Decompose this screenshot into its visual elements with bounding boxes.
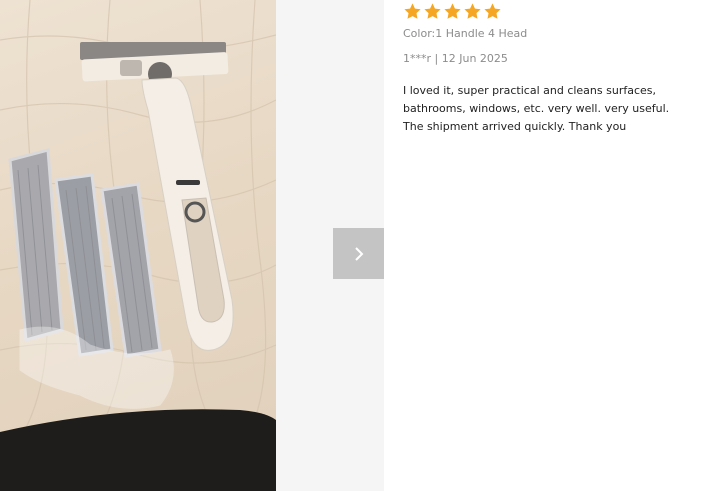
- star-icon: [404, 3, 421, 19]
- chevron-right-icon: [354, 246, 363, 261]
- review-text: I loved it, super practical and cleans s…: [403, 84, 670, 133]
- meta-separator: |: [434, 52, 439, 65]
- star-rating: [403, 2, 502, 21]
- review-photo-image: [0, 0, 276, 491]
- next-image-button[interactable]: [333, 228, 384, 279]
- review-photo[interactable]: [0, 0, 276, 491]
- review-meta: 1***r | 12 Jun 2025: [403, 52, 508, 65]
- star-icon: [444, 3, 461, 19]
- star-icon: [424, 3, 441, 19]
- review-modal: Color:1 Handle 4 Head 1***r | 12 Jun 202…: [0, 0, 715, 491]
- star-icon: [464, 3, 481, 19]
- star-icon: [484, 3, 501, 19]
- review-variant: Color:1 Handle 4 Head: [403, 27, 528, 40]
- review-date: 12 Jun 2025: [441, 52, 508, 65]
- photo-viewer: [0, 0, 384, 491]
- reviewer-name: 1***r: [403, 52, 432, 65]
